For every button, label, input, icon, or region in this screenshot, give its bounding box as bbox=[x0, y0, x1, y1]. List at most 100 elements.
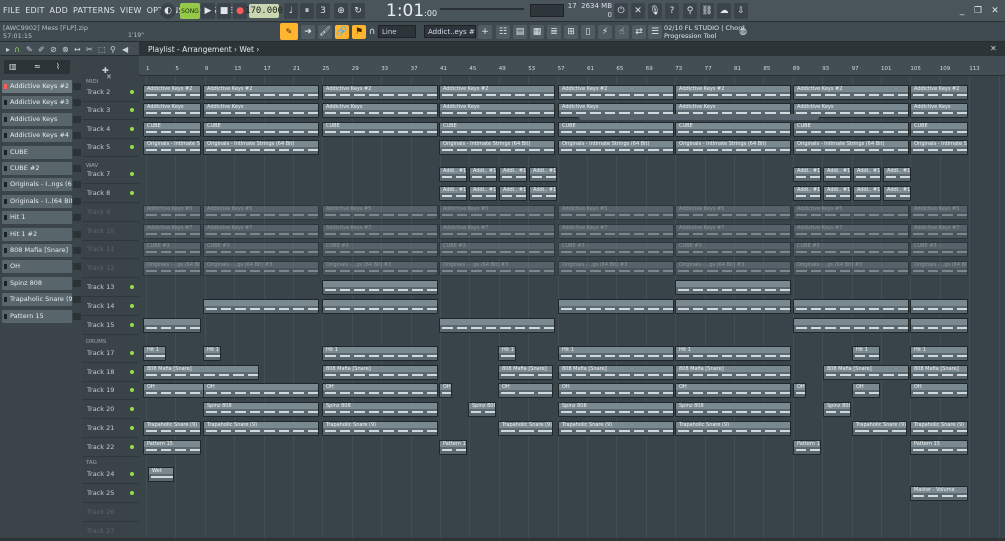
menu-edit[interactable]: EDIT bbox=[25, 6, 44, 15]
playlist-clip[interactable]: Originals - ..gs (64 Bit) #3 bbox=[143, 261, 201, 276]
channel-button[interactable]: 808 Mafia [Snare] bbox=[2, 244, 72, 257]
master-pitch-slider[interactable] bbox=[440, 8, 524, 10]
playlist-clip[interactable]: 808 Mafia [Snare] bbox=[322, 365, 438, 380]
toggle-button[interactable]: ⇄ bbox=[632, 25, 646, 39]
playlist-clip[interactable]: CUBE #3 bbox=[439, 242, 555, 257]
playlist-clip[interactable]: Addictive Keys #7 bbox=[322, 224, 438, 239]
playlist-clip[interactable]: Addi.. #1 bbox=[439, 167, 467, 182]
playlist-clip[interactable]: Addi.. #1 bbox=[823, 186, 851, 201]
playlist-clip[interactable]: Spinz 808 bbox=[823, 402, 851, 417]
pin-button[interactable]: ⚲ bbox=[683, 3, 697, 19]
playlist-clip[interactable]: Trapaholic Snare (9) bbox=[498, 421, 553, 436]
track-header[interactable]: Track 15 bbox=[82, 316, 139, 335]
brush-button[interactable]: 🖌 bbox=[318, 25, 332, 39]
track-enable-led-icon[interactable] bbox=[130, 426, 134, 430]
playlist-clip[interactable] bbox=[558, 299, 674, 314]
track-enable-led-icon[interactable] bbox=[130, 145, 134, 149]
playlist-clip[interactable]: Addi.. #1 bbox=[793, 167, 821, 182]
news-button[interactable]: ⛓ bbox=[700, 3, 714, 19]
playlist-clip[interactable]: Addictive Keys #7 bbox=[439, 224, 555, 239]
playlist-clip[interactable]: Addictive Keys bbox=[322, 103, 438, 118]
channel-button[interactable]: Pattern 15 bbox=[2, 309, 72, 323]
playlist-clip[interactable]: Addi.. #1 bbox=[793, 186, 821, 201]
pattern-selector[interactable]: Addict..eys #2 bbox=[424, 25, 476, 38]
track-enable-led-icon[interactable] bbox=[130, 370, 134, 374]
playlist-clip[interactable]: Addi.. #1 bbox=[883, 167, 911, 182]
playlist-clip[interactable]: OH bbox=[793, 383, 806, 398]
playlist-clip[interactable]: Originals - ..gs (64 Bit) #3 bbox=[793, 261, 909, 276]
playlist-clip[interactable]: CUBE #3 bbox=[203, 242, 319, 257]
playlist-clip[interactable]: Addictive Keys #7 bbox=[793, 224, 909, 239]
playlist-clip[interactable]: CUBE bbox=[910, 122, 968, 137]
playlist-clip[interactable]: Addi.. #1 bbox=[469, 167, 497, 182]
stop-button[interactable]: ■ bbox=[217, 3, 231, 19]
help-button[interactable]: ? bbox=[665, 3, 679, 19]
snap-select[interactable]: Line bbox=[378, 25, 416, 38]
playlist-clip[interactable]: Addictive Keys #2 bbox=[793, 85, 909, 100]
mic-button[interactable]: 🎙 bbox=[648, 3, 662, 19]
playlist-clip[interactable]: CUBE bbox=[322, 122, 438, 137]
playlist-clip[interactable]: Spinz 808 bbox=[675, 402, 791, 417]
track-enable-led-icon[interactable] bbox=[130, 304, 134, 308]
menu-add[interactable]: ADD bbox=[50, 6, 68, 15]
slice-tool-icon[interactable]: ✂ bbox=[86, 45, 93, 54]
browser-button[interactable]: ≣ bbox=[547, 25, 561, 39]
menu-file[interactable]: FILE bbox=[3, 6, 20, 15]
channel-button[interactable]: Trapaholic Snare (9) bbox=[2, 293, 72, 307]
playlist-clip[interactable]: Addictive Keys #2 bbox=[203, 85, 319, 100]
channel-button[interactable]: Originals - I..(64 Bit) #2 bbox=[2, 194, 72, 208]
playlist-clip[interactable]: Originals - ..gs (64 Bit) #3 bbox=[675, 261, 791, 276]
playlist-clip[interactable] bbox=[675, 280, 791, 295]
playlist-clip[interactable]: Addictive Keys #2 bbox=[910, 85, 968, 100]
playlist-clip[interactable]: Trapaholic Snare (9) bbox=[143, 421, 201, 436]
playlist-clip[interactable]: 808 Mafia [Snare] bbox=[143, 365, 259, 380]
playlist-edit-button[interactable]: ✎ bbox=[280, 23, 298, 40]
playlist-clip[interactable]: CUBE #3 bbox=[675, 242, 791, 257]
track-enable-led-icon[interactable] bbox=[130, 491, 134, 495]
playlist-clip[interactable]: OH bbox=[910, 383, 968, 398]
playlist-clip[interactable]: CUBE #3 bbox=[558, 242, 674, 257]
playlist-clip[interactable]: CUBE bbox=[793, 122, 909, 137]
playlist-clip[interactable]: 808 Mafia [Snare] bbox=[498, 365, 553, 380]
horizontal-scrollbar[interactable] bbox=[579, 114, 819, 120]
countdown-button[interactable]: 3 bbox=[316, 3, 330, 19]
tempo-display[interactable]: 170.000 bbox=[245, 4, 283, 18]
playlist-clip[interactable]: Addictive Keys bbox=[439, 103, 555, 118]
track-enable-led-icon[interactable] bbox=[130, 285, 134, 289]
track-header[interactable]: Track 21 bbox=[82, 419, 139, 438]
playlist-clip[interactable]: Addictive Keys #5 bbox=[558, 205, 674, 220]
channel-filter[interactable]: ▥ ≈ ⌇ bbox=[4, 60, 70, 74]
track-header[interactable]: Track 4 bbox=[82, 120, 139, 139]
track-header[interactable]: Track 18 bbox=[82, 363, 139, 382]
playlist-clip[interactable]: Originals - ..gs (64 Bit) #3 bbox=[203, 261, 319, 276]
playlist-clip[interactable]: OH bbox=[322, 383, 438, 398]
playlist-clip[interactable]: Spinz 808 bbox=[203, 402, 319, 417]
speaker-tool-icon[interactable]: ◀ bbox=[122, 45, 128, 54]
playlist-clip[interactable]: Addictive Keys #7 bbox=[203, 224, 319, 239]
playlist-clip[interactable] bbox=[439, 318, 555, 333]
playlist-clip[interactable]: Addictive Keys bbox=[203, 103, 319, 118]
playlist-clip[interactable]: Addictive Keys #2 bbox=[322, 85, 438, 100]
track-enable-led-icon[interactable] bbox=[130, 191, 134, 195]
playlist-clip[interactable]: Originals - ..gs (64 Bit) #3 bbox=[322, 261, 438, 276]
playlist-clip[interactable]: OH bbox=[558, 383, 674, 398]
playlist-clip[interactable]: Hit 1 bbox=[143, 346, 166, 361]
mute-tool-icon[interactable]: ⊗ bbox=[62, 45, 69, 54]
download-button[interactable]: ⇩ bbox=[734, 3, 748, 19]
playlist-clip[interactable]: OH bbox=[498, 383, 553, 398]
track-enable-led-icon[interactable] bbox=[130, 351, 134, 355]
playlist-clip[interactable]: Addictive Keys #5 bbox=[675, 205, 791, 220]
track-header[interactable]: Track 12 bbox=[82, 259, 139, 278]
playlist-clip[interactable]: Hit 1 bbox=[203, 346, 221, 361]
playlist-clip[interactable]: 808 Mafia [Snare] bbox=[910, 365, 968, 380]
playlist-clip[interactable]: 808 Mafia [Snare] bbox=[823, 365, 909, 380]
playlist-clip[interactable]: Addictive Keys #7 bbox=[910, 224, 968, 239]
playlist-clip[interactable]: Addi.. #1 bbox=[823, 167, 851, 182]
playlist-clip[interactable]: Hit 1 bbox=[322, 346, 438, 361]
playlist-clip[interactable]: Originals - Intimate Strings (64 Bit) bbox=[558, 140, 674, 155]
playlist-clip[interactable]: Originals - Intimate Strings (64 Bit) bbox=[793, 140, 909, 155]
playlist-clip[interactable]: Wet bbox=[148, 467, 174, 482]
playlist-clip[interactable]: Addi.. #1 bbox=[499, 167, 527, 182]
playlist-clip[interactable]: Hit 1 bbox=[852, 346, 880, 361]
playlist-clip[interactable]: Pattern 15 bbox=[910, 440, 968, 455]
